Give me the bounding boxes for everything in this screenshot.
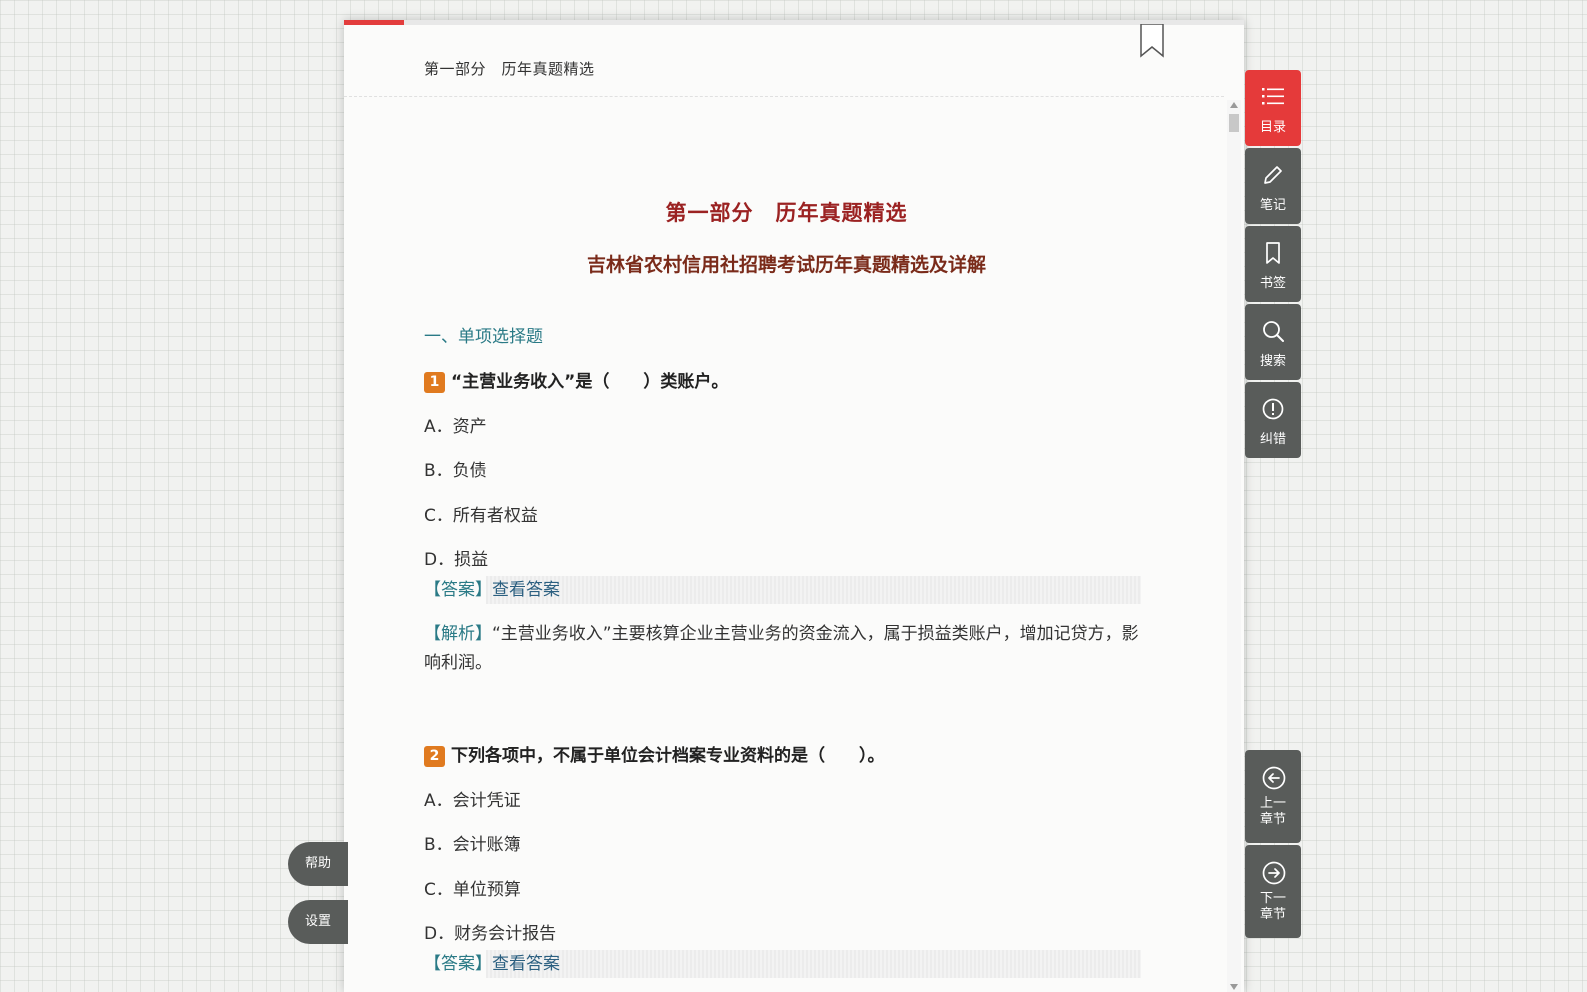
question-number-badge: 1: [424, 372, 445, 393]
chapter-nav: 上一 章节 下一 章节: [1245, 750, 1301, 940]
answer-label: 【答案】: [424, 580, 492, 600]
question-number-badge: 2: [424, 746, 445, 767]
search-icon: [1263, 321, 1284, 342]
search-button[interactable]: 搜索: [1245, 304, 1301, 380]
search-label: 搜索: [1259, 354, 1286, 369]
next-chapter-button[interactable]: 下一 章节: [1245, 845, 1301, 938]
answer-mask[interactable]: [486, 576, 1141, 604]
next-chapter-label-line1: 下一: [1259, 891, 1286, 906]
question-text: 下列各项中，不属于单位会计档案专业资料的是（ ）。: [451, 746, 885, 766]
report-error-button[interactable]: 纠错: [1245, 382, 1301, 458]
scroll-thumb[interactable]: [1229, 114, 1239, 132]
prev-chapter-label-line2: 章节: [1259, 812, 1286, 827]
question-2: 2 下列各项中，不属于单位会计档案专业资料的是（ ）。: [424, 741, 885, 767]
answer-label: 【答案】: [424, 954, 492, 974]
option-b: B．负债: [424, 461, 487, 481]
answer-row: 【答案】查看答案: [424, 576, 1149, 604]
question-text: “主营业务收入”是（ ）类账户。: [451, 372, 729, 392]
help-button[interactable]: 帮助: [288, 842, 348, 886]
show-answer-link[interactable]: 查看答案: [492, 576, 560, 604]
option-a: A．会计凭证: [424, 791, 521, 811]
scroll-up-arrow-icon[interactable]: [1230, 102, 1238, 108]
chapter-subtitle: 吉林省农村信用社招聘考试历年真题精选及详解: [586, 254, 986, 276]
settings-button[interactable]: 设置: [288, 900, 348, 944]
show-answer-link[interactable]: 查看答案: [492, 950, 560, 978]
toc-button[interactable]: 目录: [1245, 70, 1301, 146]
section-heading: 一、单项选择题: [424, 327, 543, 347]
question-1: 1 “主营业务收入”是（ ）类账户。: [424, 367, 728, 393]
option-d: D．损益: [424, 550, 489, 570]
reader-toolbar: 目录 笔记 书签 搜索 纠错: [1245, 70, 1301, 460]
list-icon: [1262, 88, 1284, 105]
prev-chapter-label-line1: 上一: [1259, 796, 1286, 811]
next-chapter-label-line2: 章节: [1259, 907, 1286, 922]
arrow-right-circle-icon: [1262, 861, 1286, 885]
notes-label: 笔记: [1259, 198, 1286, 213]
notes-button[interactable]: 笔记: [1245, 148, 1301, 224]
reading-progress-fill: [344, 20, 404, 25]
option-d: D．财务会计报告: [424, 924, 557, 944]
prev-chapter-label: 上一 章节: [1245, 796, 1301, 828]
option-c: C．所有者权益: [424, 506, 538, 526]
analysis-body: “主营业务收入”主要核算企业主营业务的资金流入，属于损益类账户，增加记贷方，影响…: [424, 624, 1139, 673]
reading-progress-track: [344, 20, 1244, 25]
bookmark-label: 书签: [1259, 276, 1286, 291]
next-chapter-label: 下一 章节: [1245, 891, 1301, 923]
answer-row: 【答案】查看答案: [424, 950, 1149, 978]
scroll-down-arrow-icon[interactable]: [1230, 984, 1238, 990]
option-b: B．会计账簿: [424, 835, 521, 855]
header-divider: [344, 96, 1224, 97]
pencil-icon: [1264, 166, 1282, 184]
prev-chapter-button[interactable]: 上一 章节: [1245, 750, 1301, 843]
breadcrumb: 第一部分 历年真题精选: [424, 60, 595, 78]
answer-mask[interactable]: [486, 950, 1141, 978]
report-error-label: 纠错: [1259, 432, 1286, 447]
option-a: A．资产: [424, 417, 487, 437]
option-c: C．单位预算: [424, 880, 521, 900]
bookmark-button[interactable]: 书签: [1245, 226, 1301, 302]
toc-label: 目录: [1259, 120, 1286, 135]
chapter-title: 第一部分 历年真题精选: [665, 201, 908, 225]
arrow-left-circle-icon: [1262, 766, 1286, 790]
alert-circle-icon: [1262, 398, 1284, 420]
scrollbar[interactable]: [1227, 100, 1241, 992]
analysis-text: 【解析】“主营业务收入”主要核算企业主营业务的资金流入，属于损益类账户，增加记贷…: [424, 620, 1149, 678]
bookmark-icon: [1266, 242, 1280, 264]
analysis-label: 【解析】: [424, 624, 492, 644]
reader-page: 第一部分 历年真题精选 第一部分 历年真题精选 吉林省农村信用社招聘考试历年真题…: [344, 20, 1244, 992]
bookmark-ribbon-icon[interactable]: [1139, 24, 1165, 58]
